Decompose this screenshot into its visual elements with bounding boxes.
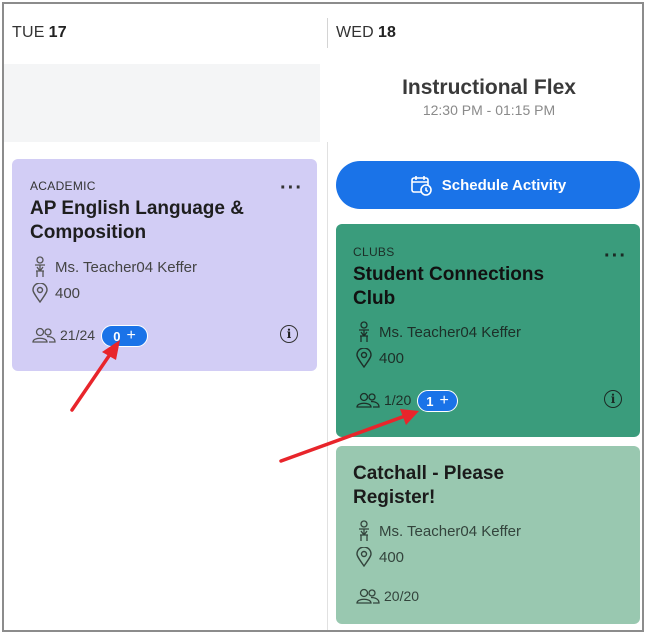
plus-icon: + bbox=[126, 327, 136, 344]
enroll-count-button[interactable]: 0 + bbox=[101, 325, 148, 347]
capacity-count: 21/24 bbox=[60, 327, 96, 343]
location-pin-icon bbox=[32, 283, 48, 303]
card-capacity: 21/24 bbox=[32, 327, 95, 343]
card-teacher: Ms. Teacher04 Keffer bbox=[356, 321, 521, 343]
day-date: 18 bbox=[377, 24, 397, 41]
location-pin-icon bbox=[356, 547, 372, 567]
day-dow: WED bbox=[336, 24, 374, 41]
activity-card-catchall[interactable]: Catchall - Please Register! Ms. Teacher0… bbox=[336, 446, 640, 624]
location-pin-icon bbox=[356, 348, 372, 368]
capacity-count: 20/20 bbox=[384, 588, 420, 604]
card-title-line1: Student Connections bbox=[353, 264, 545, 285]
info-icon[interactable]: i bbox=[280, 325, 298, 343]
room-number: 400 bbox=[379, 548, 405, 566]
capacity-count: 1/20 bbox=[384, 392, 412, 408]
more-options-icon[interactable]: ··· bbox=[604, 246, 627, 266]
schedule-activity-label: Schedule Activity bbox=[441, 176, 567, 194]
teacher-name: Ms. Teacher04 Keffer bbox=[379, 323, 522, 341]
card-category: ACADEMIC bbox=[30, 179, 96, 193]
more-options-icon[interactable]: ··· bbox=[280, 178, 303, 198]
card-title-line1: AP English Language & bbox=[30, 198, 244, 219]
teacher-icon bbox=[359, 321, 369, 342]
teacher-name: Ms. Teacher04 Keffer bbox=[55, 258, 198, 276]
card-teacher: Ms. Teacher04 Keffer bbox=[32, 256, 197, 278]
column-divider bbox=[327, 18, 328, 48]
schedule-activity-button[interactable]: Schedule Activity bbox=[336, 161, 640, 209]
enroll-count: 0 bbox=[113, 328, 121, 344]
day-dow: TUE bbox=[12, 24, 45, 41]
day-date: 17 bbox=[48, 24, 67, 41]
card-room: 400 bbox=[32, 283, 80, 303]
info-icon[interactable]: i bbox=[604, 390, 622, 408]
activity-card-ap-english[interactable]: ACADEMIC ··· AP English Language & Compo… bbox=[12, 159, 317, 371]
teacher-icon bbox=[359, 520, 369, 541]
people-icon bbox=[32, 327, 56, 343]
card-title-line2: Composition bbox=[30, 222, 147, 243]
card-room: 400 bbox=[356, 547, 404, 567]
room-number: 400 bbox=[55, 284, 81, 302]
card-category: CLUBS bbox=[353, 245, 395, 259]
card-capacity: 20/20 bbox=[356, 588, 419, 604]
plus-icon: + bbox=[439, 392, 449, 409]
period-title: Instructional Flex bbox=[402, 76, 576, 99]
period-time: 12:30 PM - 01:15 PM bbox=[422, 102, 556, 118]
card-capacity: 1/20 bbox=[356, 392, 411, 408]
enroll-count-button[interactable]: 1 + bbox=[417, 390, 458, 412]
card-title-line1: Catchall - Please bbox=[353, 463, 505, 484]
enroll-count: 1 bbox=[426, 393, 434, 409]
people-icon bbox=[356, 588, 380, 604]
column-divider bbox=[327, 142, 328, 630]
card-title-line2: Register! bbox=[353, 487, 436, 508]
calendar-frame: TUE 17 WED 18 Instructional Flex 12:30 P… bbox=[2, 2, 644, 632]
calendar-clock-icon bbox=[410, 176, 432, 196]
activity-card-student-connections[interactable]: CLUBS ··· Student Connections Club Ms. T… bbox=[336, 224, 640, 437]
day-header-wed: WED 18 bbox=[336, 4, 396, 62]
people-icon bbox=[356, 392, 380, 408]
teacher-icon bbox=[35, 256, 45, 277]
card-room: 400 bbox=[356, 348, 404, 368]
room-number: 400 bbox=[379, 349, 405, 367]
period-header: Instructional Flex 12:30 PM - 01:15 PM bbox=[320, 64, 642, 142]
card-teacher: Ms. Teacher04 Keffer bbox=[356, 520, 521, 542]
teacher-name: Ms. Teacher04 Keffer bbox=[379, 522, 522, 540]
day-header-tue: TUE 17 bbox=[12, 4, 67, 62]
card-title-line2: Club bbox=[353, 288, 396, 309]
